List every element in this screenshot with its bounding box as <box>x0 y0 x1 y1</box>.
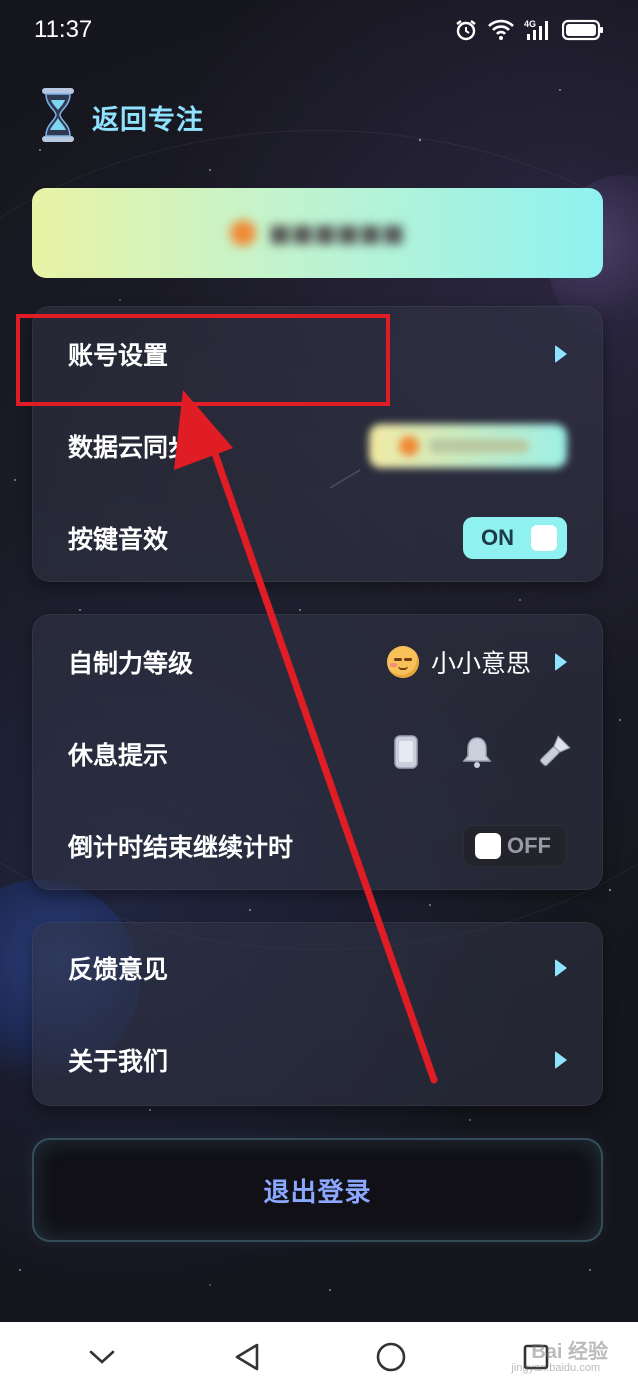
chevron-right-icon <box>555 1051 567 1069</box>
4g-signal-icon: 4G <box>524 18 552 42</box>
user-banner[interactable]: ■■■■■■ <box>32 188 603 278</box>
phone-icon[interactable] <box>393 734 419 774</box>
avatar <box>230 220 257 246</box>
settings-group-focus: 自制力等级 小小意思 休息提示 倒计时结束继续计时 OFF <box>32 614 603 890</box>
flashlight-icon[interactable] <box>535 734 573 774</box>
row-label: 自制力等级 <box>68 649 194 678</box>
logout-label: 退出登录 <box>263 1177 372 1208</box>
level-text: 小小意思 <box>430 649 531 678</box>
chevron-right-icon <box>555 345 567 363</box>
row-self-discipline-level[interactable]: 自制力等级 小小意思 <box>32 616 603 708</box>
chevron-right-icon <box>555 653 567 671</box>
watermark-url: jingyan.baidu.com <box>511 1362 600 1374</box>
chevron-right-icon <box>555 959 567 977</box>
settings-group-about: 反馈意见 关于我们 <box>32 922 603 1106</box>
banner-blurred-text: ■■■■■■ <box>268 219 405 247</box>
toggle-knob <box>531 525 557 551</box>
row-cloud-sync[interactable]: 数据云同步 <box>32 400 603 492</box>
highlight-box-annotation <box>16 314 390 406</box>
row-label: 休息提示 <box>68 741 169 770</box>
svg-text:4G: 4G <box>524 19 536 29</box>
back-to-focus-label[interactable]: 返回专注 <box>92 98 204 137</box>
rest-reminder-options <box>393 734 573 774</box>
row-label: 反馈意见 <box>68 955 169 984</box>
status-bar: 11:37 4G <box>0 0 638 60</box>
sync-status-badge[interactable] <box>369 424 567 468</box>
toggle-knob <box>475 833 501 859</box>
blushing-face-emoji-icon <box>386 646 419 678</box>
back-triangle-icon[interactable] <box>222 1332 272 1382</box>
key-sound-toggle[interactable]: ON <box>463 517 567 559</box>
row-label: 倒计时结束继续计时 <box>68 833 294 862</box>
toggle-text: ON <box>481 525 514 550</box>
continue-timing-toggle[interactable]: OFF <box>463 825 567 867</box>
logout-button[interactable]: 退出登录 <box>32 1138 603 1242</box>
back-to-focus-header[interactable]: 返回专注 <box>40 88 204 146</box>
chevron-down-icon[interactable] <box>77 1332 127 1382</box>
row-rest-reminder: 休息提示 <box>32 708 603 800</box>
level-value: 小小意思 <box>386 644 567 680</box>
row-feedback[interactable]: 反馈意见 <box>32 922 603 1014</box>
banner-obscured-content: ■■■■■■ <box>230 219 405 247</box>
battery-icon <box>562 19 604 41</box>
wifi-icon <box>488 19 514 41</box>
status-icons: 4G <box>454 18 604 42</box>
watermark-logo: Bai 经验 <box>531 1341 608 1363</box>
row-continue-timing: 倒计时结束继续计时 OFF <box>32 800 603 892</box>
badge-blurred-text <box>429 439 529 453</box>
bell-icon[interactable] <box>459 734 495 774</box>
alarm-icon <box>454 18 478 42</box>
badge-icon <box>399 436 419 456</box>
hourglass-icon <box>40 88 76 146</box>
app-screen: 11:37 4G 返回专注 ■■■■■■ 账号设置 数据云同步 按键音效 ON … <box>0 0 638 1322</box>
row-key-sound: 按键音效 ON <box>32 492 603 584</box>
toggle-text: OFF <box>507 833 551 858</box>
row-label: 数据云同步 <box>68 433 194 462</box>
status-time: 11:37 <box>34 16 93 43</box>
row-label: 关于我们 <box>68 1047 169 1076</box>
row-label: 按键音效 <box>68 525 169 554</box>
row-about-us[interactable]: 关于我们 <box>32 1014 603 1106</box>
home-circle-icon[interactable] <box>366 1332 416 1382</box>
